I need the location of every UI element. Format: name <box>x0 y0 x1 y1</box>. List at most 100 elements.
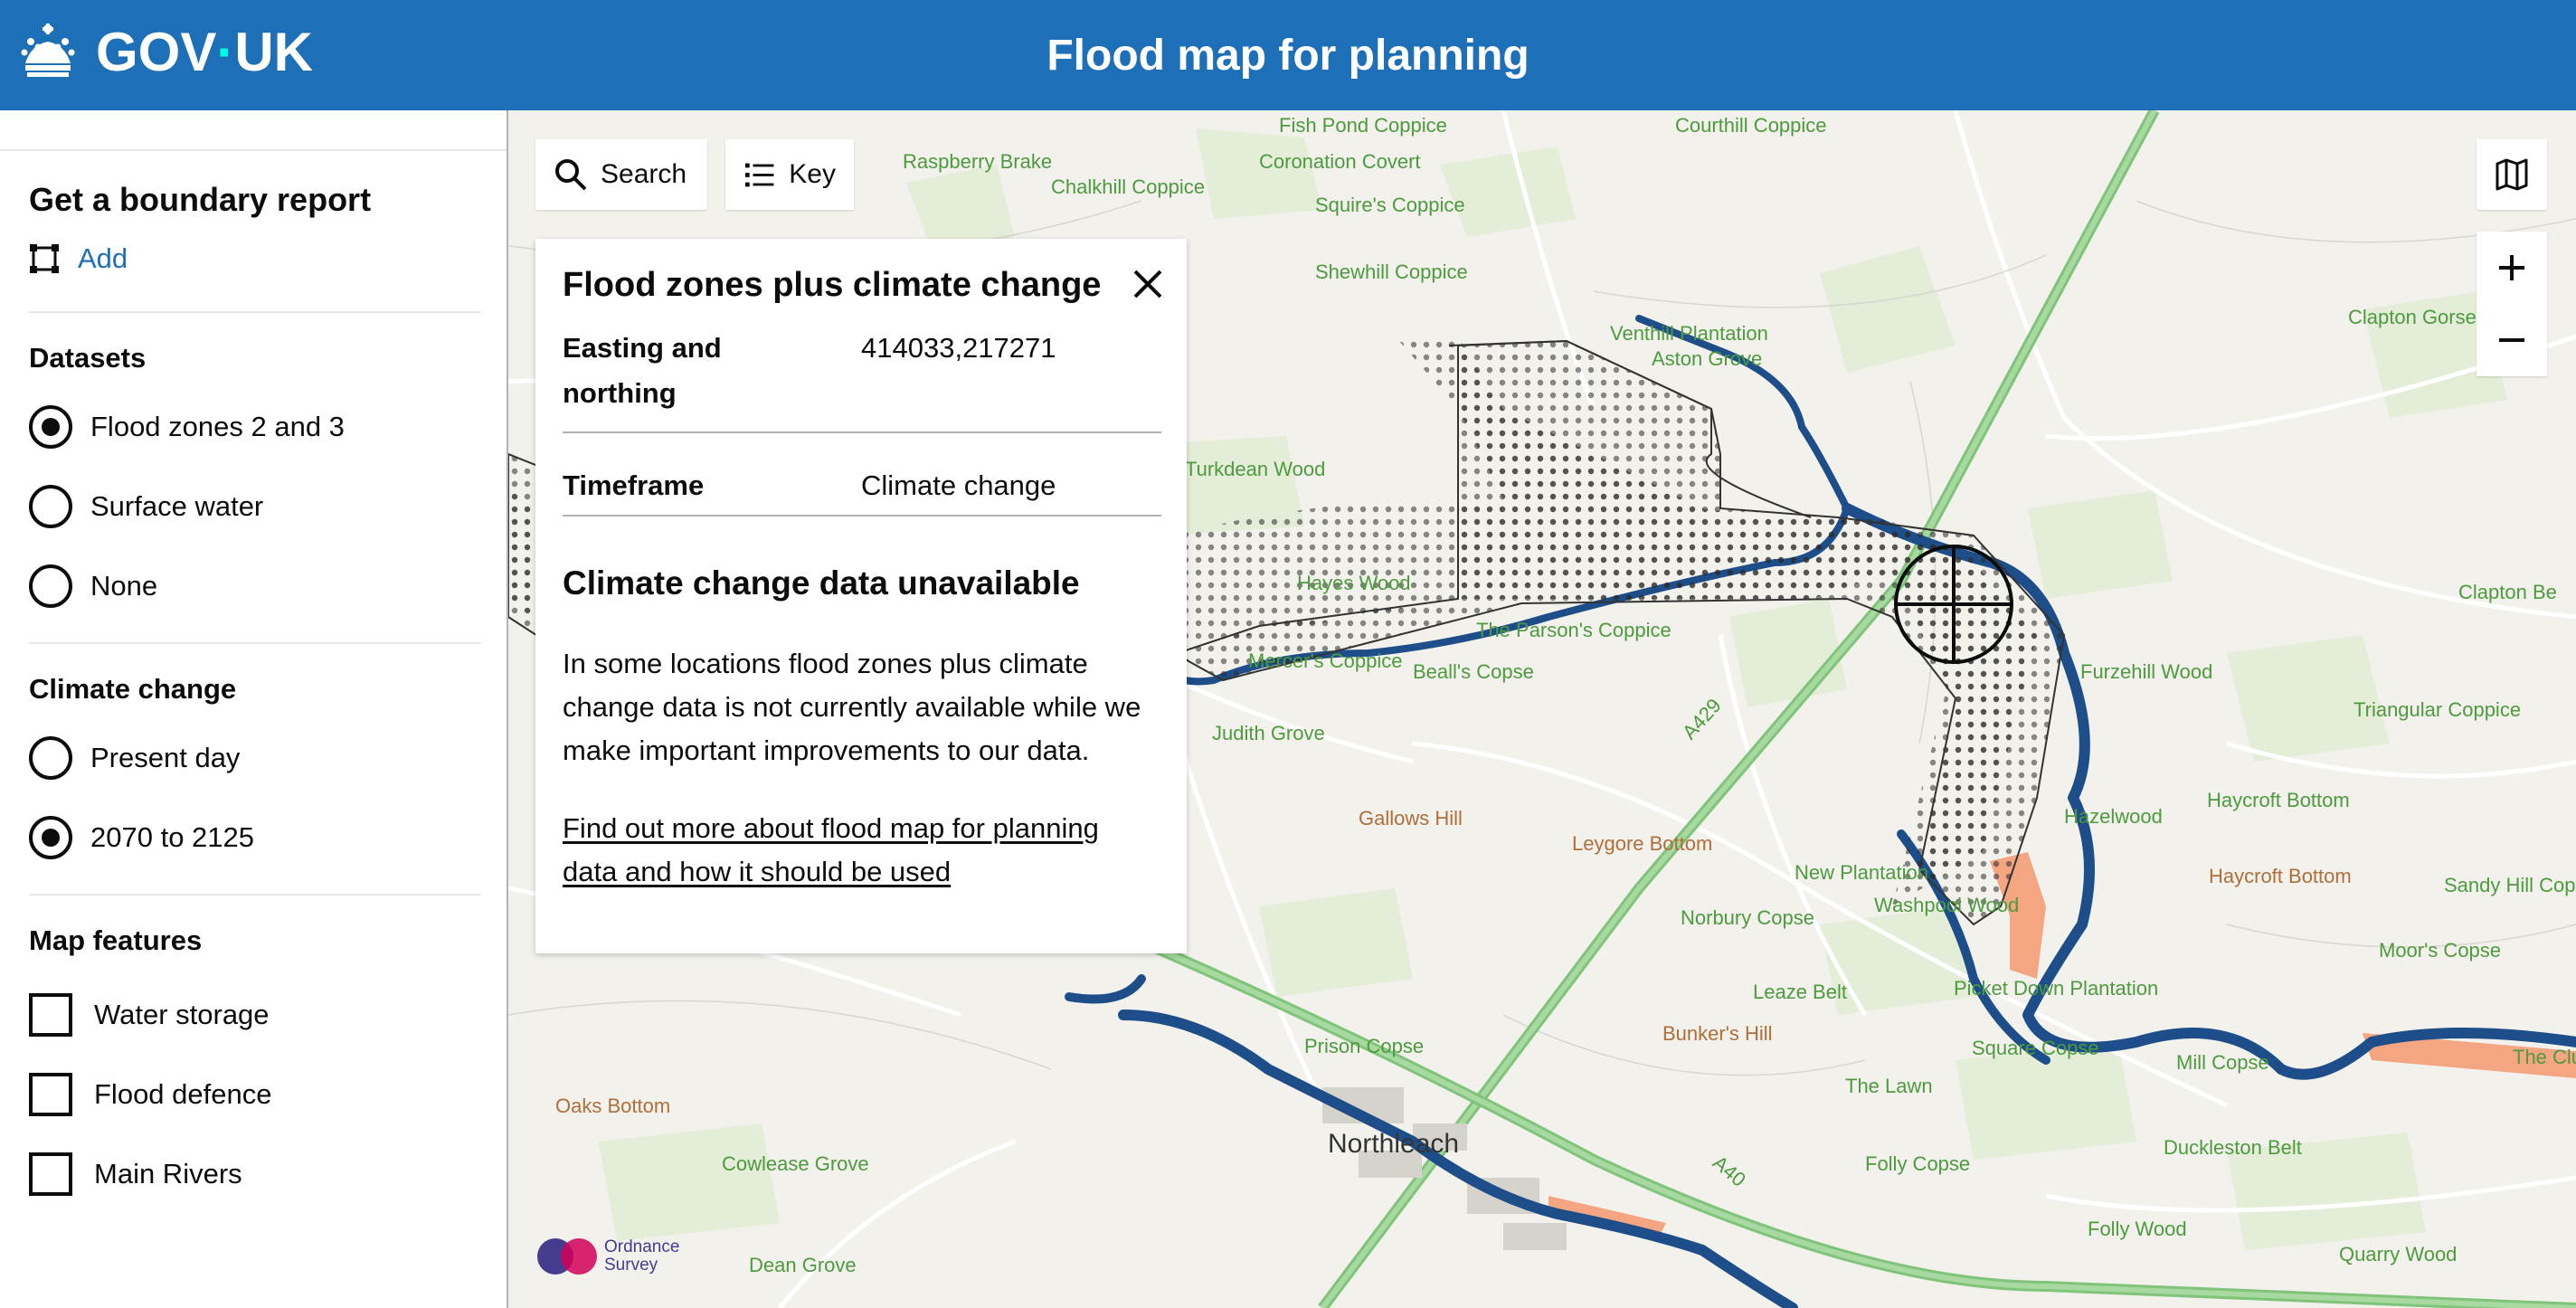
option-label: None <box>90 570 158 602</box>
divider <box>0 149 507 151</box>
add-boundary-button[interactable]: Add <box>29 242 128 275</box>
checkbox[interactable] <box>29 1073 72 1116</box>
map-place-label: Courthill Coppice <box>1675 114 1827 137</box>
search-icon <box>555 159 587 191</box>
divider <box>563 431 1161 433</box>
option-label: Present day <box>90 742 241 773</box>
zoom-out-button[interactable] <box>2477 304 2547 376</box>
timeframe-label: Timeframe <box>563 469 705 501</box>
map-place-label: Raspberry Brake <box>903 150 1053 173</box>
map-place-label: Shewhill Coppice <box>1315 261 1468 283</box>
map-place-label: Clapton Gorse <box>2348 306 2477 328</box>
map-place-label: Turkdean Wood <box>1185 458 1326 480</box>
divider <box>563 515 1161 517</box>
map-icon <box>2496 158 2528 191</box>
radio-selected[interactable] <box>29 816 72 859</box>
radio-selected[interactable] <box>29 405 72 449</box>
map-place-label: Square Copse <box>1972 1037 2099 1059</box>
dataset-option-none[interactable]: None <box>29 564 157 608</box>
map-place-label: Squire's Coppice <box>1315 194 1465 216</box>
minus-icon <box>2499 338 2524 342</box>
map-place-label: Cowlease Grove <box>722 1152 869 1175</box>
map-place-label: Triangular Coppice <box>2353 698 2522 721</box>
map-canvas[interactable]: Fish Pond Coppice Courthill Coppice Raspbe… <box>508 110 2576 1308</box>
map-place-label: Leaze Belt <box>1753 981 1847 1003</box>
zoom-in-button[interactable] <box>2477 232 2547 304</box>
easting-northing-value: 414033,217271 <box>861 332 1056 364</box>
map-place-label: Quarry Wood <box>2339 1243 2458 1265</box>
info-panel-heading: Climate change data unavailable <box>563 564 1080 602</box>
map-place-label: Sandy Hill Cops <box>2444 874 2576 896</box>
option-label: Flood zones 2 and 3 <box>90 411 345 442</box>
map-place-label: Clapton Be <box>2458 581 2557 603</box>
feature-water-storage[interactable]: Water storage <box>29 993 270 1037</box>
add-boundary-label: Add <box>78 242 128 274</box>
map-place-label: New Plantation <box>1795 861 1928 884</box>
map-place-label: Oaks Bottom <box>555 1095 671 1117</box>
map-place-label: Picket Down Plantation <box>1954 977 2159 1000</box>
map-place-label: Norbury Copse <box>1681 906 1814 929</box>
os-logo-text: Ordnance Survey <box>604 1237 680 1275</box>
os-logo-icon <box>537 1238 597 1275</box>
map-place-label: Bunker's Hill <box>1662 1022 1773 1045</box>
info-panel-title: Flood zones plus climate change <box>563 266 1102 304</box>
feature-main-rivers[interactable]: Main Rivers <box>29 1152 242 1196</box>
checkbox[interactable] <box>29 1152 72 1196</box>
map-place-label: Beall's Copse <box>1413 660 1534 683</box>
map-place-label: Gallows Hill <box>1359 807 1463 829</box>
easting-northing-label: Easting and northing <box>563 332 722 409</box>
option-label: Main Rivers <box>94 1158 242 1190</box>
checkbox[interactable] <box>29 993 72 1037</box>
map-place-label: Moor's Copse <box>2379 939 2502 962</box>
option-label: 2070 to 2125 <box>90 821 255 853</box>
draw-polygon-icon <box>30 244 59 273</box>
boundary-report-heading: Get a boundary report <box>29 181 372 218</box>
map-place-label: The Parson's Coppice <box>1476 619 1672 641</box>
map-place-label: Folly Wood <box>2088 1218 2187 1240</box>
dataset-option-surface-water[interactable]: Surface water <box>29 485 263 528</box>
info-panel-body: In some locations flood zones plus clima… <box>563 648 1141 766</box>
map-place-label: Leygore Bottom <box>1572 832 1713 855</box>
map-style-button[interactable] <box>2477 139 2547 210</box>
plus-icon <box>2499 255 2524 280</box>
climate-option-2070-2125[interactable]: 2070 to 2125 <box>29 816 254 859</box>
map-place-label: Hazelwood <box>2064 805 2163 828</box>
more-info-link[interactable]: Find out more about flood map for planni… <box>563 807 1160 894</box>
service-title: Flood map for planning <box>1046 32 1530 80</box>
map-place-label: Mill Copse <box>2176 1051 2269 1074</box>
map-place-label: Venthill Plantation <box>1610 322 1768 345</box>
map-place-label: The Clu <box>2513 1046 2576 1068</box>
site-header: GOV·UK Flood map for planning <box>0 0 2576 110</box>
key-button[interactable]: Key <box>725 139 854 210</box>
zoom-controls <box>2477 232 2547 376</box>
climate-change-heading: Climate change <box>29 673 237 705</box>
divider <box>29 642 481 644</box>
search-button[interactable]: Search <box>535 139 707 210</box>
location-marker <box>1894 545 2013 664</box>
map-place-label: Furzehill Wood <box>2080 660 2213 683</box>
info-panel: Flood zones plus climate change Easting … <box>535 239 1187 953</box>
climate-option-present-day[interactable]: Present day <box>29 736 240 780</box>
close-icon[interactable] <box>1128 264 1168 304</box>
map-place-label: Dean Grove <box>749 1254 857 1276</box>
radio-unselected[interactable] <box>29 736 72 780</box>
divider <box>29 894 481 896</box>
radio-unselected[interactable] <box>29 564 72 608</box>
search-label: Search <box>601 159 687 189</box>
datasets-heading: Datasets <box>29 342 147 374</box>
map-place-label: Fish Pond Coppice <box>1279 114 1447 137</box>
map-features-heading: Map features <box>29 924 203 956</box>
map-place-label: Northleach <box>1328 1129 1460 1159</box>
map-place-label: Coronation Covert <box>1259 150 1421 173</box>
feature-flood-defence[interactable]: Flood defence <box>29 1073 271 1116</box>
ordnance-survey-logo: Ordnance Survey <box>535 1236 679 1277</box>
list-icon <box>744 163 774 187</box>
map-place-label: Prison Copse <box>1304 1035 1425 1057</box>
dataset-option-flood-zones[interactable]: Flood zones 2 and 3 <box>29 405 345 449</box>
key-label: Key <box>789 159 836 189</box>
map-place-label: Chalkhill Coppice <box>1051 175 1205 198</box>
map-place-label: Haycroft Bottom <box>2209 865 2352 887</box>
map-place-label: Folly Copse <box>1865 1152 1971 1175</box>
map-place-label: The Lawn <box>1845 1075 1933 1097</box>
radio-unselected[interactable] <box>29 485 72 528</box>
